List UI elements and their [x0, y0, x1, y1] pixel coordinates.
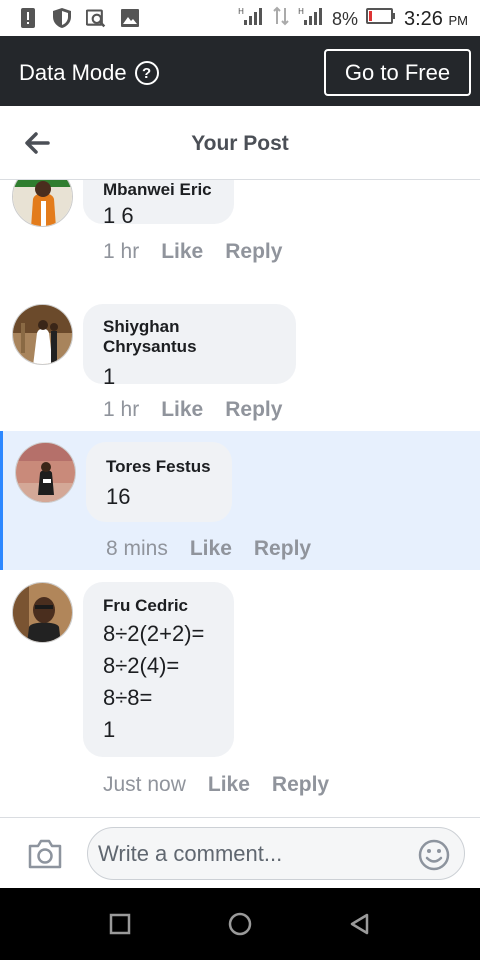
go-to-free-button[interactable]: Go to Free	[324, 49, 471, 96]
comment-text-line: 8÷2(4)=	[103, 653, 180, 678]
avatar[interactable]	[12, 180, 73, 227]
reply-button[interactable]: Reply	[225, 240, 282, 264]
comment-time: 1 hr	[103, 240, 140, 263]
battery-percent: 8%	[331, 8, 358, 29]
avatar[interactable]	[15, 442, 76, 503]
comment-text-line: 8÷8=	[103, 685, 153, 710]
smiley-icon[interactable]	[418, 839, 450, 871]
signal-h2-icon: H	[298, 6, 324, 32]
clock-time: 3:26	[404, 7, 443, 30]
comment-input-placeholder: Write a comment...	[98, 840, 283, 866]
avatar[interactable]	[12, 304, 73, 365]
svg-text:H: H	[298, 7, 304, 16]
comment-composer: Write a comment...	[0, 817, 480, 888]
comments-list[interactable]: Mbanwei Eric 1 6 1 hr Like Reply Shiygha…	[0, 180, 480, 817]
comment-item-highlighted: Tores Festus 16 8 mins Like Reply	[0, 431, 480, 570]
page-header: Your Post	[0, 106, 480, 180]
help-icon[interactable]: ?	[134, 61, 159, 85]
reply-button[interactable]: Reply	[272, 773, 329, 797]
comment-bubble[interactable]: Mbanwei Eric 1 6	[83, 180, 234, 228]
image-icon	[120, 7, 140, 29]
comment-item: Mbanwei Eric 1 6 1 hr Like Reply	[0, 180, 480, 298]
back-icon[interactable]	[348, 912, 372, 936]
comment-item: Fru Cedric 8÷2(2+2)= 8÷2(4)= 8÷8= 1 Just…	[0, 570, 480, 817]
like-button[interactable]: Like	[208, 773, 250, 797]
clock: 3:26 PM	[404, 8, 468, 31]
system-nav-bar	[0, 888, 480, 960]
data-mode-bar: Data Mode ? Go to Free	[0, 36, 480, 106]
comment-bubble[interactable]: Fru Cedric 8÷2(2+2)= 8÷2(4)= 8÷8= 1	[83, 582, 234, 757]
clock-ampm: PM	[448, 12, 469, 28]
comment-author[interactable]: Shiyghan Chrysantus	[103, 304, 276, 357]
like-button[interactable]: Like	[161, 240, 203, 264]
comment-author[interactable]: Fru Cedric	[103, 582, 214, 616]
comment-text-line: 8÷2(2+2)=	[103, 621, 205, 646]
comment-bubble[interactable]: Tores Festus 16	[86, 442, 232, 522]
comment-time: Just now	[103, 773, 186, 796]
like-button[interactable]: Like	[161, 398, 203, 422]
comment-item: Shiyghan Chrysantus 1 1 hr Like Reply	[0, 298, 480, 431]
comment-author[interactable]: Tores Festus	[106, 442, 212, 477]
comment-text-line: 1	[103, 717, 116, 742]
alert-icon	[18, 7, 38, 29]
comment-meta: 8 mins Like Reply	[106, 537, 311, 561]
comment-time: 1 hr	[103, 398, 140, 421]
avatar[interactable]	[12, 582, 73, 643]
comment-meta: 1 hr Like Reply	[103, 240, 282, 264]
svg-text:H: H	[238, 7, 244, 16]
signal-h-icon: H	[238, 6, 264, 32]
comment-bubble[interactable]: Shiyghan Chrysantus 1	[83, 304, 296, 389]
comment-time: 8 mins	[106, 537, 168, 560]
shield-icon	[52, 7, 72, 29]
reply-button[interactable]: Reply	[254, 537, 311, 561]
data-transfer-icon	[272, 6, 290, 32]
reply-button[interactable]: Reply	[225, 398, 282, 422]
battery-icon	[366, 8, 396, 30]
comment-text: 1 6	[103, 203, 134, 228]
news-search-icon	[86, 7, 106, 29]
comment-meta: Just now Like Reply	[103, 773, 329, 797]
recents-icon[interactable]	[108, 912, 132, 936]
comment-author[interactable]: Mbanwei Eric	[103, 180, 214, 200]
camera-icon[interactable]	[27, 838, 63, 870]
page-title: Your Post	[191, 132, 289, 155]
comment-meta: 1 hr Like Reply	[103, 398, 282, 422]
like-button[interactable]: Like	[190, 537, 232, 561]
data-mode-text: Data Mode	[19, 60, 127, 85]
comment-input[interactable]: Write a comment...	[87, 827, 465, 880]
status-bar: H H 8% 3:26 PM	[0, 0, 480, 36]
data-mode-label[interactable]: Data Mode ?	[19, 60, 159, 86]
comment-text: 16	[106, 484, 131, 509]
home-icon[interactable]	[228, 912, 252, 936]
comment-text: 1	[103, 364, 116, 389]
